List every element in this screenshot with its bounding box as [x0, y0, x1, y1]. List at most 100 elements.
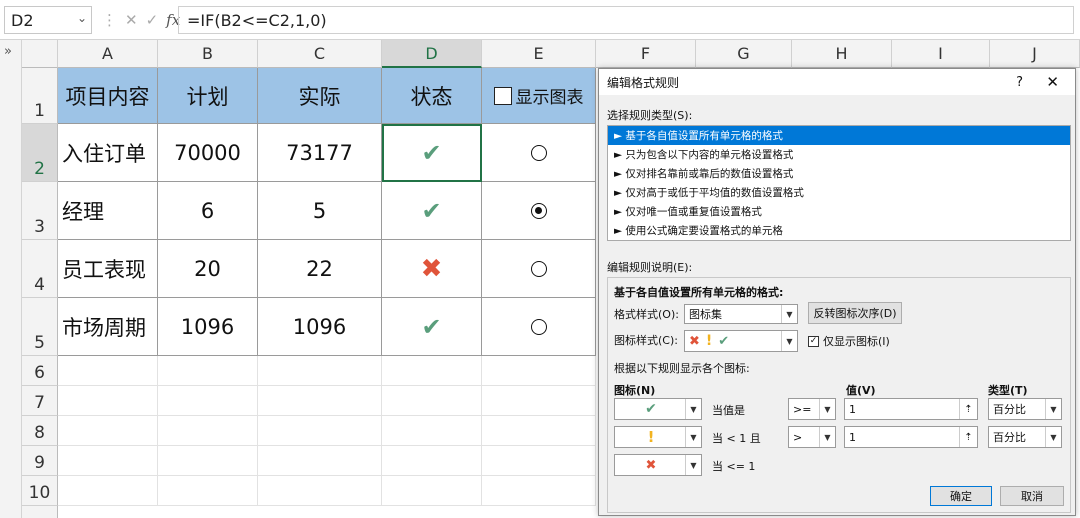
- empty-cell[interactable]: [158, 356, 258, 386]
- empty-cell[interactable]: [58, 416, 158, 446]
- cell-b2[interactable]: 70000: [158, 124, 258, 182]
- cell-c2[interactable]: 73177: [258, 124, 382, 182]
- empty-cell[interactable]: [158, 476, 258, 506]
- row-header-7[interactable]: 7: [22, 386, 58, 416]
- cell-a3[interactable]: 经理: [58, 182, 158, 240]
- empty-cell[interactable]: [382, 416, 482, 446]
- empty-cell[interactable]: [482, 356, 596, 386]
- chevron-down-icon[interactable]: ⌄: [77, 11, 87, 25]
- row-header-8[interactable]: 8: [22, 416, 58, 446]
- empty-cell[interactable]: [58, 476, 158, 506]
- empty-cell[interactable]: [258, 356, 382, 386]
- column-header-i[interactable]: I: [892, 40, 990, 68]
- show-chart-checkbox[interactable]: [493, 86, 512, 105]
- cell-b5[interactable]: 1096: [158, 298, 258, 356]
- cell-a2[interactable]: 入住订单: [58, 124, 158, 182]
- cell-b3[interactable]: 6: [158, 182, 258, 240]
- empty-cell[interactable]: [58, 356, 158, 386]
- empty-cell[interactable]: [158, 386, 258, 416]
- column-header-c[interactable]: C: [258, 40, 382, 68]
- cell-d1[interactable]: 状态: [382, 68, 482, 124]
- column-header-g[interactable]: G: [696, 40, 792, 68]
- row-header-1[interactable]: 1: [22, 68, 58, 124]
- chevron-down-icon[interactable]: ▼: [685, 399, 701, 419]
- empty-cell[interactable]: [482, 476, 596, 506]
- row-header-9[interactable]: 9: [22, 446, 58, 476]
- rule-type-item[interactable]: ► 仅对排名靠前或靠后的数值设置格式: [608, 164, 1070, 183]
- radio-button[interactable]: [530, 144, 547, 161]
- radio-button[interactable]: [530, 318, 547, 335]
- column-header-e[interactable]: E: [482, 40, 596, 68]
- row-header-10[interactable]: 10: [22, 476, 58, 506]
- reverse-icon-order-button[interactable]: 反转图标次序(D): [808, 302, 902, 324]
- cell-c4[interactable]: 22: [258, 240, 382, 298]
- empty-cell[interactable]: [382, 356, 482, 386]
- range-picker-icon[interactable]: ⇡: [959, 399, 977, 419]
- empty-cell[interactable]: [58, 446, 158, 476]
- cell-e1[interactable]: 显示图表: [482, 68, 596, 124]
- rule-type-item[interactable]: ► 基于各自值设置所有单元格的格式: [608, 126, 1070, 145]
- chevron-down-icon[interactable]: ▼: [819, 427, 835, 447]
- row-header-4[interactable]: 4: [22, 240, 58, 298]
- empty-cell[interactable]: [382, 386, 482, 416]
- empty-cell[interactable]: [482, 386, 596, 416]
- radio-button[interactable]: [530, 260, 547, 277]
- cell-c5[interactable]: 1096: [258, 298, 382, 356]
- type-select-2[interactable]: 百分比 ▼: [988, 426, 1062, 448]
- column-header-d[interactable]: D: [382, 40, 482, 68]
- empty-cell[interactable]: [58, 386, 158, 416]
- rule-type-item[interactable]: ► 使用公式确定要设置格式的单元格: [608, 221, 1070, 240]
- range-picker-icon[interactable]: ⇡: [959, 427, 977, 447]
- column-header-f[interactable]: F: [596, 40, 696, 68]
- show-icon-only-option[interactable]: ✓ 仅显示图标(I): [808, 333, 890, 349]
- radio-button-selected[interactable]: [530, 202, 547, 219]
- value-input-2[interactable]: 1 ⇡: [844, 426, 978, 448]
- chevron-down-icon[interactable]: ▼: [685, 455, 701, 475]
- cell-e2[interactable]: [482, 124, 596, 182]
- operator-select-2[interactable]: > ▼: [788, 426, 836, 448]
- row-header-5[interactable]: 5: [22, 298, 58, 356]
- row-header-11[interactable]: [22, 506, 58, 518]
- cell-a5[interactable]: 市场周期: [58, 298, 158, 356]
- chevron-down-icon[interactable]: ▼: [1045, 427, 1061, 447]
- cell-c1[interactable]: 实际: [258, 68, 382, 124]
- name-box[interactable]: D2 ⌄: [4, 6, 92, 34]
- cancel-icon[interactable]: ✕: [125, 11, 138, 29]
- cell-d2[interactable]: ✔: [382, 124, 482, 182]
- cell-d4[interactable]: ✖: [382, 240, 482, 298]
- format-style-select[interactable]: 图标集 ▼: [684, 304, 798, 324]
- empty-cell[interactable]: [158, 446, 258, 476]
- icon-select-1[interactable]: ✔ ▼: [614, 398, 702, 420]
- cell-a1[interactable]: 项目内容: [58, 68, 158, 124]
- empty-cell[interactable]: [158, 416, 258, 446]
- column-header-j[interactable]: J: [990, 40, 1080, 68]
- enter-icon[interactable]: ✓: [146, 11, 159, 29]
- cell-b4[interactable]: 20: [158, 240, 258, 298]
- row-header-2[interactable]: 2: [22, 124, 58, 182]
- checkbox-checked-icon[interactable]: ✓: [808, 335, 819, 347]
- cell-e4[interactable]: [482, 240, 596, 298]
- chevron-down-icon[interactable]: ▼: [685, 427, 701, 447]
- cell-d5[interactable]: ✔: [382, 298, 482, 356]
- column-header-b[interactable]: B: [158, 40, 258, 68]
- operator-select-1[interactable]: >= ▼: [788, 398, 836, 420]
- cell-b1[interactable]: 计划: [158, 68, 258, 124]
- select-all-corner[interactable]: [22, 40, 58, 68]
- cell-a4[interactable]: 员工表现: [58, 240, 158, 298]
- formula-input[interactable]: =IF(B2<=C2,1,0): [178, 6, 1074, 34]
- ok-button[interactable]: 确定: [930, 486, 992, 506]
- empty-cell[interactable]: [382, 446, 482, 476]
- row-header-3[interactable]: 3: [22, 182, 58, 240]
- close-icon[interactable]: ✕: [1046, 73, 1059, 91]
- empty-cell[interactable]: [482, 446, 596, 476]
- help-icon[interactable]: ?: [1016, 75, 1023, 90]
- row-header-6[interactable]: 6: [22, 356, 58, 386]
- empty-cell[interactable]: [482, 416, 596, 446]
- chevron-down-icon[interactable]: ▼: [819, 399, 835, 419]
- cell-d3[interactable]: ✔: [382, 182, 482, 240]
- column-header-a[interactable]: A: [58, 40, 158, 68]
- chevron-down-icon[interactable]: ▼: [1045, 399, 1061, 419]
- cell-c3[interactable]: 5: [258, 182, 382, 240]
- more-icon[interactable]: ⋮: [102, 11, 117, 29]
- value-input-1[interactable]: 1 ⇡: [844, 398, 978, 420]
